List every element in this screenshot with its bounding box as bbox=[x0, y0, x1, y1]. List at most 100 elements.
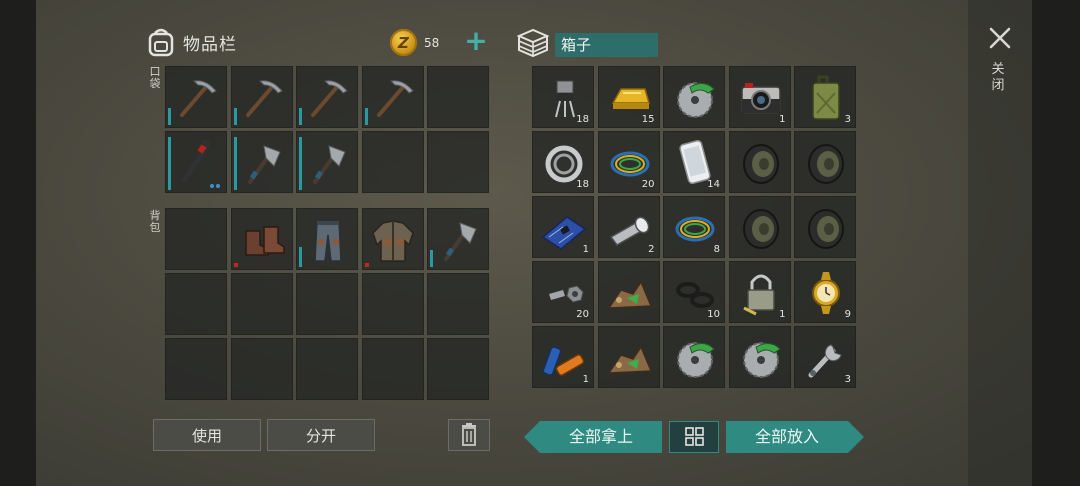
close-icon[interactable] bbox=[986, 24, 1014, 52]
box-slot[interactable]: 18 bbox=[532, 131, 594, 193]
box-slot[interactable]: 9 bbox=[794, 261, 856, 323]
pocket-slot[interactable] bbox=[296, 131, 358, 193]
box-slot[interactable] bbox=[794, 196, 856, 258]
backpack-slot[interactable] bbox=[361, 208, 424, 270]
item-count: 18 bbox=[576, 179, 589, 190]
hatchet-icon bbox=[313, 145, 346, 184]
pocket-slot[interactable] bbox=[296, 66, 358, 128]
box-slot[interactable] bbox=[597, 261, 660, 323]
backpack-slot[interactable] bbox=[361, 338, 424, 400]
backpack-slot[interactable] bbox=[165, 338, 227, 400]
box-slot[interactable]: 3 bbox=[794, 66, 856, 128]
saw-blade-icon bbox=[742, 342, 781, 378]
ore-pile-icon bbox=[607, 345, 652, 374]
take-all-button[interactable]: 全部拿上 bbox=[540, 421, 662, 453]
close-label[interactable]: 关闭 bbox=[990, 62, 1006, 94]
pocket-slot[interactable] bbox=[427, 131, 489, 193]
crowbar-icon bbox=[181, 139, 211, 183]
pocket-slot[interactable] bbox=[427, 66, 489, 128]
pocket-slot[interactable] bbox=[165, 66, 227, 128]
box-slot[interactable]: 18 bbox=[532, 66, 594, 128]
item-count: 9 bbox=[844, 309, 851, 320]
box-slot[interactable]: 1 bbox=[532, 326, 594, 388]
pocket-label: 口袋 bbox=[149, 65, 161, 90]
box-slot[interactable]: 1 bbox=[532, 196, 594, 258]
item-count: 3 bbox=[844, 114, 851, 125]
coin-icon: Z bbox=[390, 29, 417, 56]
box-slot[interactable] bbox=[728, 131, 791, 193]
saw-blade-icon bbox=[677, 342, 715, 378]
screen-edge-left bbox=[0, 0, 36, 486]
split-button[interactable]: 分开 bbox=[267, 419, 375, 451]
backpack-slot[interactable] bbox=[230, 338, 293, 400]
screen-edge-right bbox=[1032, 0, 1080, 486]
saw-blade-icon bbox=[677, 82, 715, 118]
backpack-slot[interactable] bbox=[361, 273, 424, 335]
box-slot[interactable]: 10 bbox=[663, 261, 725, 323]
item-count: 20 bbox=[641, 179, 655, 190]
ore-pile-icon bbox=[607, 280, 652, 309]
durability-bar bbox=[168, 108, 171, 125]
box-slot[interactable]: 2 bbox=[597, 196, 660, 258]
box-slot[interactable] bbox=[663, 66, 725, 128]
box-slot[interactable]: 3 bbox=[794, 326, 856, 388]
tire-icon bbox=[808, 209, 844, 249]
backpack-slot[interactable] bbox=[296, 208, 358, 270]
pocket-slot[interactable] bbox=[361, 131, 424, 193]
item-count: 20 bbox=[576, 309, 589, 320]
put-all-button[interactable]: 全部放入 bbox=[726, 421, 848, 453]
backpack-slot[interactable] bbox=[230, 208, 293, 270]
backpack-slot[interactable] bbox=[165, 273, 227, 335]
pocket-slot[interactable] bbox=[361, 66, 424, 128]
pickaxe-icon bbox=[311, 80, 348, 117]
box-slot[interactable]: 20 bbox=[532, 261, 594, 323]
durability-bar bbox=[299, 247, 302, 267]
inventory-header: 物品栏 bbox=[147, 27, 237, 57]
item-count: 1 bbox=[779, 114, 786, 125]
box-slot[interactable] bbox=[663, 326, 725, 388]
backpack-icon bbox=[148, 28, 174, 57]
sort-grid-button[interactable] bbox=[669, 421, 719, 453]
box-slot[interactable]: 14 bbox=[663, 131, 725, 193]
box-slot[interactable]: 1 bbox=[728, 261, 791, 323]
box-slot[interactable]: 20 bbox=[597, 131, 660, 193]
backpack-slot[interactable] bbox=[427, 208, 489, 270]
item-count: 1 bbox=[582, 374, 589, 385]
box-slot[interactable]: 1 bbox=[728, 66, 791, 128]
box-slot[interactable] bbox=[728, 196, 791, 258]
discard-button[interactable] bbox=[448, 419, 490, 451]
backpack-slot[interactable] bbox=[296, 338, 358, 400]
inventory-title: 物品栏 bbox=[183, 34, 237, 55]
box-slot[interactable]: 8 bbox=[663, 196, 725, 258]
trash-icon bbox=[462, 423, 476, 446]
jerrycan-icon bbox=[812, 75, 840, 120]
flashlight-icon bbox=[609, 216, 649, 246]
box-icon bbox=[516, 28, 550, 58]
box-slot[interactable] bbox=[794, 131, 856, 193]
backpack-slot[interactable] bbox=[296, 273, 358, 335]
box-slot[interactable] bbox=[597, 326, 660, 388]
box-slot[interactable] bbox=[728, 326, 791, 388]
backpack-slot[interactable] bbox=[230, 273, 293, 335]
pocket-slot[interactable] bbox=[230, 131, 293, 193]
backpack-slot[interactable] bbox=[165, 208, 227, 270]
pickaxe-icon bbox=[376, 80, 414, 117]
pickaxe-icon bbox=[180, 80, 217, 117]
pants-icon bbox=[314, 220, 342, 262]
durability-bar bbox=[233, 108, 237, 125]
box-slot[interactable]: 15 bbox=[597, 66, 660, 128]
durability-bar bbox=[233, 137, 237, 190]
durability-bar bbox=[364, 108, 368, 125]
backpack-slot[interactable] bbox=[427, 338, 489, 400]
item-count: 2 bbox=[648, 244, 655, 255]
grid-icon bbox=[685, 427, 704, 446]
use-button[interactable]: 使用 bbox=[153, 419, 261, 451]
coin-balance: Z 58 bbox=[390, 29, 439, 56]
pickaxe-icon bbox=[245, 80, 283, 117]
pocket-slot[interactable] bbox=[165, 131, 227, 193]
durability-bar bbox=[168, 137, 171, 190]
backpack-slot[interactable] bbox=[427, 273, 489, 335]
add-coins-button[interactable]: + bbox=[464, 27, 488, 55]
item-count: 15 bbox=[641, 114, 655, 125]
pocket-slot[interactable] bbox=[230, 66, 293, 128]
